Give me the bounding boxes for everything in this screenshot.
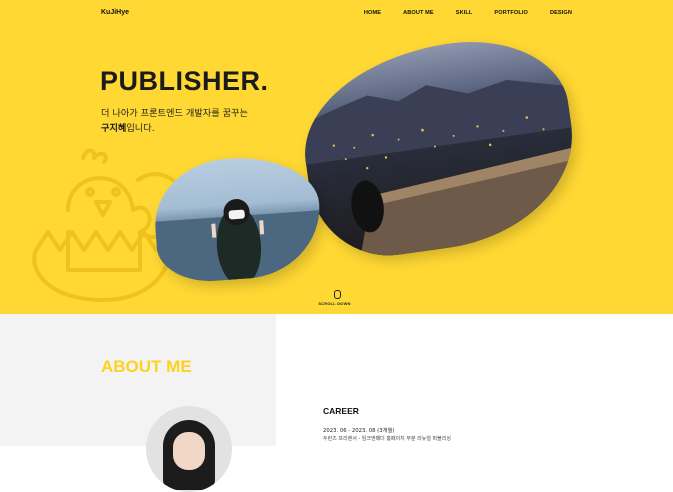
- career-date: 2023. 06 - 2023. 08 (3개월): [323, 428, 395, 434]
- nav-menu: HOME ABOUT ME SKILL PORTFOLIO DESIGN: [364, 10, 572, 16]
- career-description: 두런즈 프리랜서 - 임크앤페더 홈페이지 부분 리뉴얼 퍼블리싱: [323, 436, 451, 442]
- intro-line-2: 구지혜입니다.: [101, 121, 248, 136]
- night-city-photo: [292, 28, 586, 266]
- mouse-icon: [333, 290, 341, 299]
- scroll-down-label: SCROLL DOWN: [318, 301, 351, 306]
- about-section: ABOUT ME CAREER 2023. 06 - 2023. 08 (3개월…: [0, 314, 673, 492]
- avatar: [146, 406, 232, 492]
- scroll-down-indicator[interactable]: SCROLL DOWN: [318, 290, 352, 306]
- nav-item-design[interactable]: DESIGN: [550, 10, 572, 16]
- intro-line: 더 나아가 프론트엔드 개발자를 꿈꾸는: [101, 108, 248, 119]
- avatar-face: [173, 432, 205, 470]
- nav-item-home[interactable]: HOME: [364, 10, 381, 16]
- career-title: CAREER: [323, 406, 359, 416]
- city-photo-art: [300, 79, 586, 261]
- intro-suffix: 입니다.: [126, 123, 155, 134]
- about-left-panel: ABOUT ME: [0, 314, 276, 492]
- hero-section: KuJiHye HOME ABOUT ME SKILL PORTFOLIO DE…: [0, 0, 673, 314]
- nav-item-portfolio[interactable]: PORTFOLIO: [494, 10, 528, 16]
- top-nav: KuJiHye HOME ABOUT ME SKILL PORTFOLIO DE…: [0, 0, 673, 28]
- nav-item-about[interactable]: ABOUT ME: [403, 10, 434, 16]
- hero-title: PUBLISHER.: [100, 66, 269, 96]
- site-logo[interactable]: KuJiHye: [101, 9, 129, 16]
- nav-item-skill[interactable]: SKILL: [456, 10, 473, 16]
- intro-name: 구지혜: [101, 123, 127, 134]
- hero-intro: 더 나아가 프론트엔드 개발자를 꿈꾸는 구지혜입니다.: [101, 106, 248, 136]
- about-title: ABOUT ME: [101, 357, 192, 376]
